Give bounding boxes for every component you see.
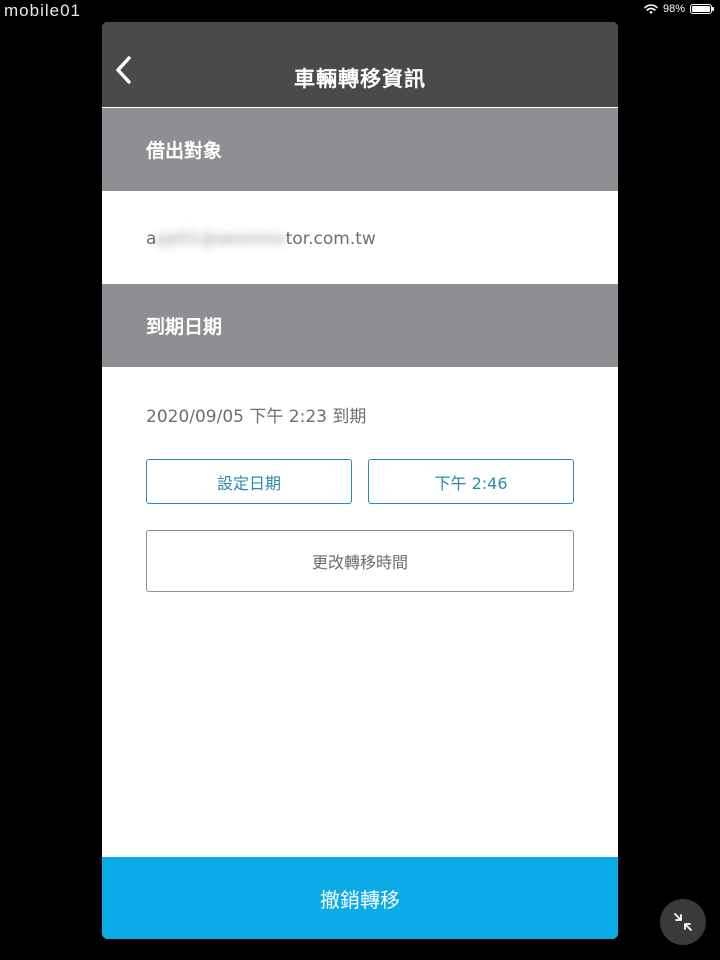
borrower-section-header: 借出對象 xyxy=(102,108,618,191)
battery-fill xyxy=(692,6,710,12)
collapse-arrows-icon xyxy=(674,913,692,931)
page-title: 車輛轉移資訊 xyxy=(294,67,426,91)
set-date-button[interactable]: 設定日期 xyxy=(146,459,352,504)
vehicle-transfer-modal: 車輛轉移資訊 借出對象 app01@aeonmotor.com.tw 到期日期 … xyxy=(102,22,618,939)
battery-percent: 98% xyxy=(662,3,685,15)
wifi-icon xyxy=(644,3,658,15)
collapse-button[interactable] xyxy=(660,899,706,945)
change-transfer-time-label: 更改轉移時間 xyxy=(311,553,408,572)
status-bar: mobile01 98% xyxy=(0,0,720,22)
battery-icon xyxy=(690,4,714,14)
screen: mobile01 98% 車輛轉移資訊 借出對象 app01@aeonmotor… xyxy=(0,0,720,960)
email-redacted: pp01@aeonmo xyxy=(156,229,286,249)
expiry-section-header: 到期日期 xyxy=(102,284,618,367)
expiry-date-text: 2020/09/05 下午 2:23 到期 xyxy=(146,407,367,427)
borrower-header-label: 借出對象 xyxy=(146,140,223,162)
set-date-label: 設定日期 xyxy=(216,473,281,493)
nav-bar: 車輛轉移資訊 xyxy=(102,22,618,107)
cancel-transfer-button[interactable]: 撤銷轉移 xyxy=(102,857,618,939)
email-end: tor.com.tw xyxy=(285,229,376,249)
expiry-header-label: 到期日期 xyxy=(146,316,223,338)
email-start: a xyxy=(146,229,157,249)
time-picker-button[interactable]: 下午 2:46 xyxy=(368,459,574,504)
status-indicators: 98% xyxy=(644,3,714,15)
cancel-transfer-label: 撤銷轉移 xyxy=(320,887,400,912)
borrower-section-body: app01@aeonmotor.com.tw xyxy=(102,191,618,284)
change-transfer-time-button[interactable]: 更改轉移時間 xyxy=(146,530,574,592)
expiry-section-body: 2020/09/05 下午 2:23 到期 設定日期 下午 2:46 更改轉移時… xyxy=(102,367,618,857)
watermark-logo: mobile01 xyxy=(4,1,81,20)
borrower-email: app01@aeonmotor.com.tw xyxy=(146,229,376,249)
time-picker-label: 下午 2:46 xyxy=(434,473,508,493)
